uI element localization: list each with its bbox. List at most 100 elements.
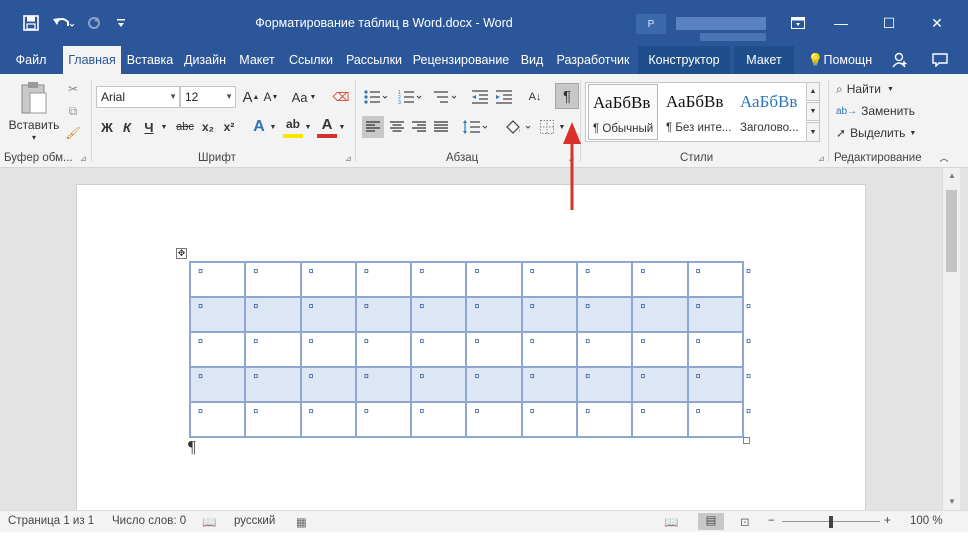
table-cell[interactable]: ¤ <box>188 366 247 403</box>
language-indicator[interactable]: русский <box>234 515 275 527</box>
table-cell[interactable]: ¤ <box>244 331 302 368</box>
table-cell[interactable]: ¤ <box>465 261 523 298</box>
table-cell[interactable]: ¤ <box>354 261 413 298</box>
tab-tell-me[interactable]: 💡Помощн <box>802 46 878 74</box>
styles-more-icon[interactable]: ▼ <box>806 122 820 142</box>
macro-recording-icon[interactable]: ▦ <box>296 515 307 529</box>
align-left-icon[interactable] <box>362 116 384 138</box>
increase-indent-icon[interactable] <box>494 86 514 108</box>
table-cell[interactable]: ¤ <box>410 261 468 298</box>
scroll-up-icon[interactable]: ▲ <box>943 168 961 184</box>
scroll-down-icon[interactable]: ▼ <box>943 494 961 510</box>
proofing-icon[interactable]: 📖 <box>202 515 216 529</box>
word-count[interactable]: Число слов: 0 <box>112 515 186 527</box>
table-cell[interactable]: ¤ <box>576 366 634 403</box>
grow-font-button[interactable]: A ▲ <box>242 86 260 108</box>
highlight-dropdown-icon[interactable]: ▼ <box>303 116 313 138</box>
table-cell[interactable]: ¤ <box>686 401 745 438</box>
table-cell[interactable]: ¤ <box>299 296 357 333</box>
shading-icon[interactable] <box>502 116 534 138</box>
strikethrough-button[interactable]: abc <box>173 116 197 138</box>
text-effects-dropdown-icon[interactable]: ▼ <box>268 116 278 138</box>
table-cell[interactable]: ¤ <box>188 261 247 298</box>
table-cell[interactable]: ¤ <box>465 296 523 333</box>
table-cell[interactable]: ¤ <box>686 366 745 403</box>
tab-mailings[interactable]: Рассылки <box>342 46 406 74</box>
align-right-icon[interactable] <box>408 116 430 138</box>
print-layout-icon[interactable]: ▤ <box>698 513 724 530</box>
table-cell[interactable]: ¤ <box>188 401 247 438</box>
style-no-spacing[interactable]: АаБбВв ¶ Без инте... <box>662 84 734 140</box>
style-heading-1[interactable]: АаБбВв Заголово... <box>736 84 806 140</box>
font-color-dropdown-icon[interactable]: ▼ <box>337 116 347 138</box>
clear-formatting-icon[interactable]: ⌫ <box>330 86 352 108</box>
table-cell[interactable]: ¤ <box>520 261 579 298</box>
decrease-indent-icon[interactable] <box>470 86 490 108</box>
document-table[interactable]: ¤ ¤ ¤ ¤ ¤ ¤ ¤ ¤ ¤ ¤ ¤ ¤ ¤ ¤ ¤ ¤ ¤ ¤ ¤ ¤ ¤ ¤ ¤ ¤ ¤ ¤ ¤ ¤ ¤ ¤ ¤ ¤ ¤ ¤ ¤ ¤ ¤ ¤ ¤ ¤… <box>188 261 745 438</box>
maximize-button[interactable]: ☐ <box>874 8 904 38</box>
table-cell[interactable]: ¤ <box>410 296 468 333</box>
sort-button[interactable]: А↓ <box>524 86 546 108</box>
table-cell[interactable]: ¤ <box>520 331 579 368</box>
highlight-button[interactable]: ab <box>283 114 303 138</box>
close-button[interactable]: ✕ <box>922 8 952 38</box>
table-cell[interactable]: ¤ <box>576 331 634 368</box>
underline-dropdown-icon[interactable]: ▼ <box>158 116 170 138</box>
tab-file[interactable]: Файл <box>8 46 54 74</box>
share-icon[interactable] <box>886 46 914 74</box>
italic-button[interactable]: К <box>118 116 136 138</box>
table-cell[interactable]: ¤ <box>576 296 634 333</box>
paste-dropdown-icon[interactable]: ▾ <box>22 132 46 142</box>
table-cell[interactable]: ¤ <box>410 331 468 368</box>
tab-references[interactable]: Ссылки <box>284 46 338 74</box>
zoom-in-button[interactable]: + <box>884 515 891 527</box>
table-cell[interactable]: ¤ <box>354 331 413 368</box>
font-launcher-icon[interactable]: ⊿ <box>345 154 352 163</box>
table-cell[interactable]: ¤ <box>465 331 523 368</box>
table-cell[interactable]: ¤ <box>631 261 689 298</box>
show-formatting-marks-button[interactable]: ¶ <box>555 83 579 109</box>
table-cell[interactable]: ¤ <box>354 296 413 333</box>
table-cell[interactable]: ¤ <box>631 331 689 368</box>
table-cell[interactable]: ¤ <box>410 366 468 403</box>
read-mode-icon[interactable]: 📖 <box>664 515 678 529</box>
scroll-thumb[interactable] <box>946 190 957 272</box>
table-cell[interactable]: ¤ <box>244 401 302 438</box>
table-cell[interactable]: ¤ <box>631 296 689 333</box>
tab-review[interactable]: Рецензирование <box>410 46 512 74</box>
table-cell[interactable]: ¤ <box>631 401 689 438</box>
tab-layout[interactable]: Макет <box>234 46 280 74</box>
tab-table-layout[interactable]: Макет <box>734 46 794 74</box>
cut-icon[interactable]: ✂ <box>64 80 82 98</box>
collapse-ribbon-icon[interactable]: ︿ <box>936 150 952 164</box>
align-center-icon[interactable] <box>386 116 408 138</box>
font-size-combo[interactable]: 12 ▼ <box>180 86 236 108</box>
format-painter-icon[interactable]: 🖌 <box>64 124 82 142</box>
numbering-icon[interactable]: 123 <box>396 86 424 108</box>
borders-icon[interactable] <box>536 116 558 138</box>
table-cell[interactable]: ¤ <box>520 366 579 403</box>
table-move-handle-icon[interactable]: ✥ <box>176 248 187 259</box>
text-effects-button[interactable]: A <box>250 116 268 138</box>
styles-scroll-down-icon[interactable]: ▼ <box>806 102 820 121</box>
table-cell[interactable]: ¤ <box>686 261 745 298</box>
table-cell[interactable]: ¤ <box>520 296 579 333</box>
select-button[interactable]: ➚ Выделить ▼ <box>836 124 924 142</box>
bullets-icon[interactable] <box>362 86 390 108</box>
table-cell[interactable]: ¤ <box>410 401 468 438</box>
find-button[interactable]: ⌕ Найти ▼ <box>836 80 924 98</box>
underline-button[interactable]: Ч <box>140 116 158 138</box>
table-resize-handle[interactable] <box>743 437 750 444</box>
account-avatar[interactable]: Р <box>636 14 666 34</box>
tab-home[interactable]: Главная <box>63 46 121 74</box>
table-cell[interactable]: ¤ <box>244 366 302 403</box>
table-cell[interactable]: ¤ <box>631 366 689 403</box>
table-cell[interactable]: ¤ <box>465 366 523 403</box>
paste-icon[interactable] <box>10 80 58 116</box>
subscript-button[interactable]: x₂ <box>199 116 217 138</box>
vertical-scrollbar[interactable]: ▲ ▼ <box>942 168 960 510</box>
line-spacing-icon[interactable] <box>460 116 490 138</box>
bold-button[interactable]: Ж <box>98 116 116 138</box>
multilevel-list-icon[interactable] <box>430 86 460 108</box>
table-cell[interactable]: ¤ <box>520 401 579 438</box>
